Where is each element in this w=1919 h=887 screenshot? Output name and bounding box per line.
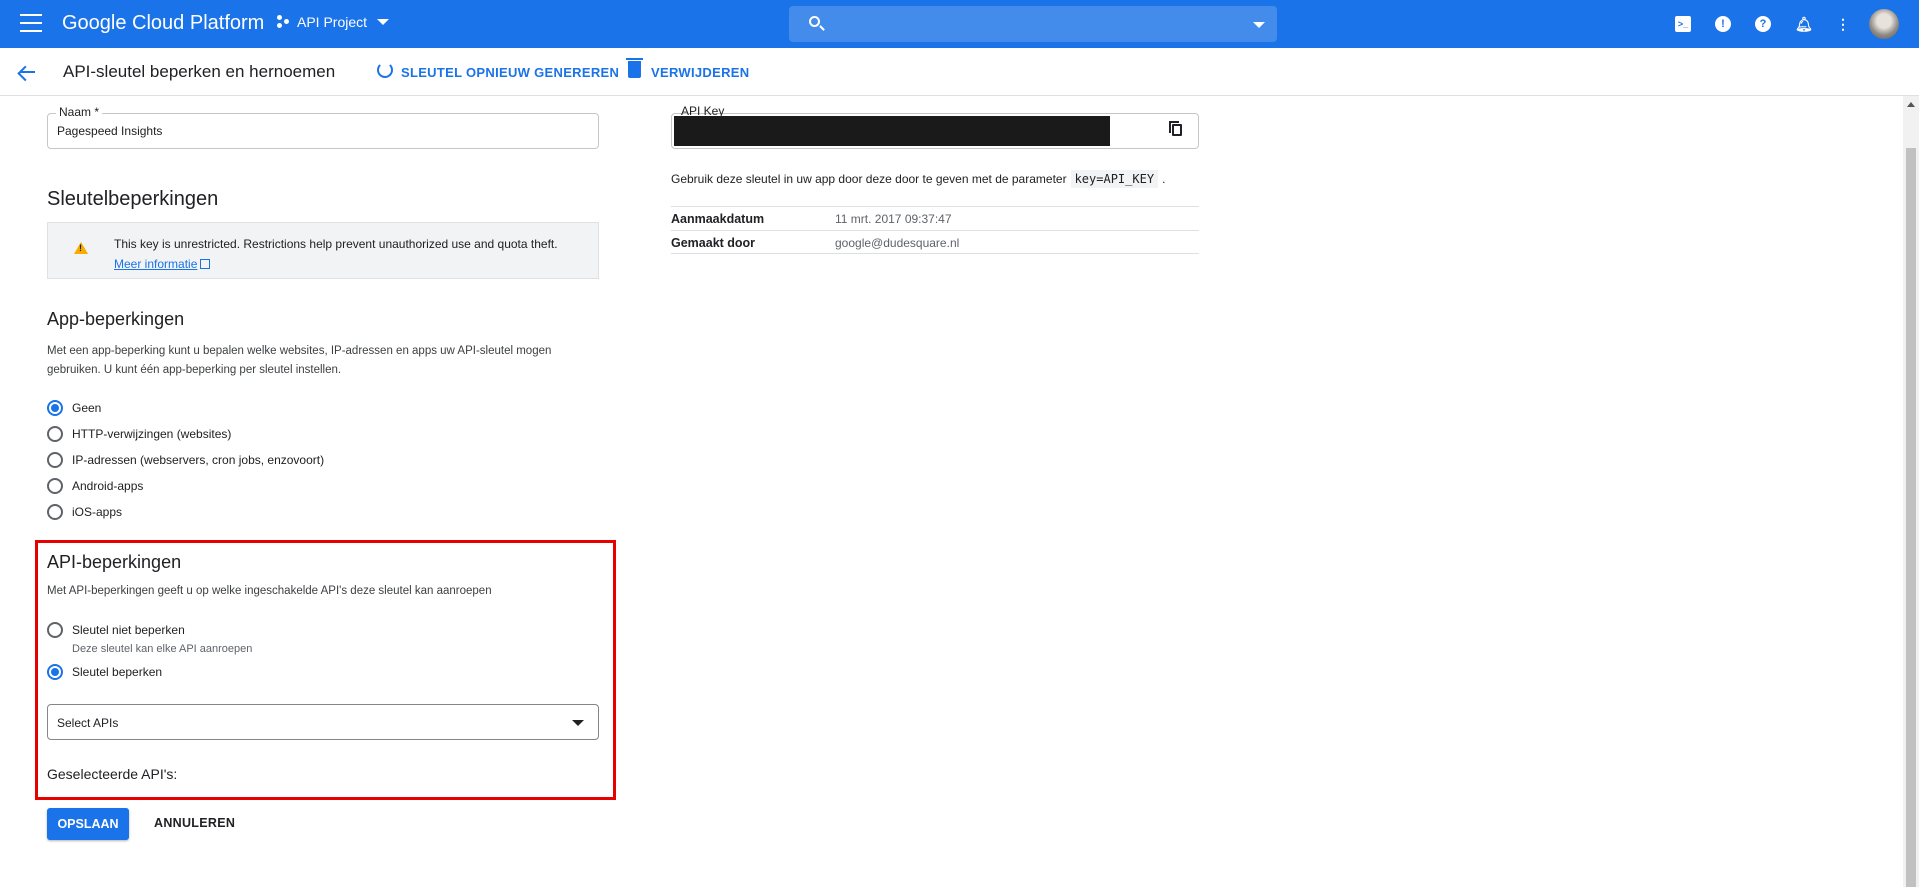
trash-icon[interactable] xyxy=(626,58,643,78)
created-by-label: Gemaakt door xyxy=(671,236,756,250)
radio-api-unrestricted-sublabel: Deze sleutel kan elke API aanroepen xyxy=(72,643,253,655)
table-row: Aanmaakdatum 11 mrt. 2017 09:37:47 xyxy=(671,206,1199,230)
api-key-info-table: Aanmaakdatum 11 mrt. 2017 09:37:47 Gemaa… xyxy=(671,206,1199,254)
save-button[interactable]: OPSLAAN xyxy=(47,808,129,840)
select-apis-value: Select APIs xyxy=(57,716,119,730)
table-row: Gemaakt door google@dudesquare.nl xyxy=(671,230,1199,254)
radio-app-android[interactable]: Android-apps xyxy=(47,478,143,494)
terminal-icon[interactable]: >_ xyxy=(1675,16,1691,32)
api-key-usage: Gebruik deze sleutel in uw app door deze… xyxy=(671,170,1166,188)
page-title: API-sleutel beperken en hernoemen xyxy=(63,62,336,81)
project-dots-icon xyxy=(277,15,291,29)
radio-app-none[interactable]: Geen xyxy=(47,400,101,416)
scrollbar[interactable] xyxy=(1903,96,1919,887)
warning-text: This key is unrestricted. Restrictions h… xyxy=(114,237,558,251)
radio-api-unrestricted-label: Sleutel niet beperken xyxy=(72,623,185,637)
radio-app-http[interactable]: HTTP-verwijzingen (websites) xyxy=(47,426,231,442)
copy-icon[interactable] xyxy=(1169,121,1182,136)
api-key-label: API Key xyxy=(681,104,725,118)
radio-app-ip[interactable]: IP-adressen (webservers, cron jobs, enzo… xyxy=(47,452,324,468)
top-app-bar: Google Cloud Platform API Project >_ ! ?… xyxy=(0,0,1919,48)
chevron-down-icon xyxy=(377,19,390,25)
cancel-button[interactable]: ANNULEREN xyxy=(154,816,235,830)
key-restrictions-title: Sleutelbeperkingen xyxy=(47,188,219,210)
radio-unchecked-icon[interactable] xyxy=(47,622,63,638)
refresh-icon[interactable] xyxy=(377,62,393,78)
hamburger-icon[interactable] xyxy=(20,14,42,32)
app-restrictions-description: Met een app-beperking kunt u bepalen wel… xyxy=(47,345,552,376)
search-expand-icon[interactable] xyxy=(1253,22,1265,28)
radio-api-restricted[interactable]: Sleutel beperken xyxy=(47,664,162,680)
dropdown-arrow-icon xyxy=(572,720,584,726)
api-restrictions-description: Met API-beperkingen geeft u op welke ing… xyxy=(47,585,492,597)
avatar[interactable] xyxy=(1869,9,1899,39)
selected-apis-title: Geselecteerde API's: xyxy=(47,766,178,782)
created-by-value: google@dudesquare.nl xyxy=(835,236,960,250)
creation-date-value: 11 mrt. 2017 09:37:47 xyxy=(835,212,952,226)
help-icon[interactable]: ? xyxy=(1755,16,1771,32)
scroll-up-icon[interactable] xyxy=(1907,102,1915,107)
radio-checked-icon[interactable] xyxy=(47,400,63,416)
scrollbar-thumb[interactable] xyxy=(1906,148,1916,887)
creation-date-label: Aanmaakdatum xyxy=(671,212,765,226)
radio-unchecked-icon[interactable] xyxy=(47,504,63,520)
radio-checked-icon[interactable] xyxy=(47,664,63,680)
delete-button[interactable]: VERWIJDEREN xyxy=(651,65,749,80)
radio-unchecked-icon[interactable] xyxy=(47,426,63,442)
api-restrictions-title: API-beperkingen xyxy=(47,552,182,572)
radio-api-unrestricted[interactable]: Sleutel niet beperken Deze sleutel kan el… xyxy=(47,622,252,657)
api-key-field xyxy=(671,113,1199,149)
search-bar[interactable] xyxy=(789,6,1277,42)
api-key-param: key=API_KEY xyxy=(1070,170,1159,188)
unrestricted-warning: This key is unrestricted. Restrictions h… xyxy=(47,222,599,279)
page-header: API-sleutel beperken en hernoemen SLEUTE… xyxy=(0,48,1919,96)
radio-unchecked-icon[interactable] xyxy=(47,478,63,494)
learn-more-link[interactable]: Meer informatie xyxy=(114,257,197,271)
project-name: API Project xyxy=(297,14,368,30)
regenerate-key-button[interactable]: SLEUTEL OPNIEUW GENEREREN xyxy=(401,65,619,80)
name-field[interactable]: Naam * Pagespeed Insights xyxy=(47,105,599,149)
radio-app-ios[interactable]: iOS-apps xyxy=(47,504,122,520)
more-vert-icon[interactable]: ⋮ xyxy=(1835,16,1851,32)
api-key-redacted xyxy=(674,116,1110,146)
back-arrow-icon[interactable] xyxy=(18,63,36,81)
name-field-value[interactable]: Pagespeed Insights xyxy=(57,124,162,138)
brand-title[interactable]: Google Cloud Platform xyxy=(62,12,264,35)
name-field-label: Naam * xyxy=(56,105,103,119)
radio-unchecked-icon[interactable] xyxy=(47,452,63,468)
select-apis-dropdown[interactable]: Select APIs xyxy=(47,704,599,740)
search-input[interactable] xyxy=(833,14,1233,34)
project-selector[interactable]: API Project xyxy=(277,14,390,30)
search-icon xyxy=(809,16,820,27)
app-restrictions-title: App-beperkingen xyxy=(47,309,185,329)
feedback-icon[interactable]: ! xyxy=(1715,16,1731,32)
bell-icon[interactable]: 🔔︎ xyxy=(1795,16,1813,32)
warning-icon xyxy=(74,242,88,254)
external-link-icon[interactable] xyxy=(200,259,211,269)
